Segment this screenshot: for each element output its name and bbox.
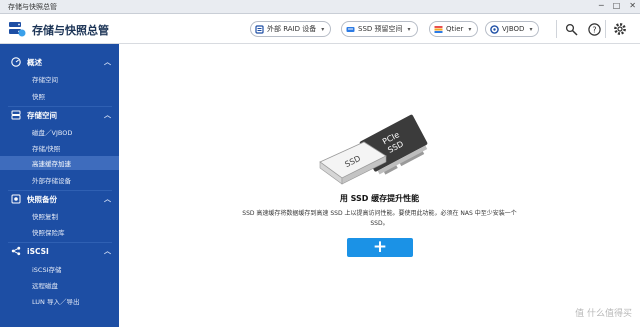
sidebar-section-label: 概述 <box>27 57 42 67</box>
vjbod-button[interactable]: VJBOD ▾ <box>485 21 540 37</box>
qtier-icon <box>434 25 443 34</box>
sidebar-item-label: 磁盘／VJBOD <box>32 129 73 137</box>
overview-icon <box>11 57 21 67</box>
ssd-reserve-label: SSD 预留空间 <box>358 25 403 33</box>
sidebar-item-cache-acceleration[interactable]: 高速缓存加速 <box>0 156 119 170</box>
page-heading: 用 SSD 缓存提升性能 <box>339 194 420 203</box>
gear-search-icon[interactable] <box>563 21 579 37</box>
sidebar-section-iscsi[interactable]: iSCSI ︿ <box>0 243 119 259</box>
sidebar-item-disks-vjbod[interactable]: 磁盘／VJBOD <box>0 125 119 139</box>
sidebar-item-label: iSCSI存储 <box>32 266 62 274</box>
vjbod-label: VJBOD <box>502 25 525 33</box>
sidebar-section-label: iSCSI <box>27 246 49 256</box>
sidebar-item-label: 高速缓存加速 <box>32 160 71 168</box>
sidebar-section-snapshot-backup[interactable]: 快照备份 ︿ <box>0 191 119 207</box>
sidebar-section-label: 存储空间 <box>27 110 57 120</box>
window-controls: ─ □ ✕ <box>599 1 636 10</box>
add-ssd-cache-button[interactable]: + <box>347 238 413 257</box>
minimize-icon[interactable]: ─ <box>599 1 604 10</box>
storage-icon <box>11 110 21 120</box>
external-raid-button[interactable]: 外部 RAID 设备 ▾ <box>250 21 332 37</box>
help-icon[interactable]: ? <box>586 21 602 37</box>
sidebar-item-iscsi-storage[interactable]: iSCSI存储 <box>0 262 119 276</box>
external-raid-label: 外部 RAID 设备 <box>267 25 317 33</box>
sidebar-item-label: 存储/快照 <box>32 145 61 153</box>
svg-text:?: ? <box>592 25 596 34</box>
sidebar-item-label: 存储空间 <box>32 76 58 84</box>
external-raid-icon <box>255 24 264 34</box>
sidebar-item-label: 快照复制 <box>32 213 58 221</box>
ssd-cache-illustration: PCIe SSD SSD <box>319 114 428 185</box>
sidebar-item-lun-import-export[interactable]: LUN 导入／导出 <box>0 294 119 308</box>
app-title: 存储与快照总管 <box>32 24 109 37</box>
window-title: 存储与快照总管 <box>8 2 57 11</box>
sidebar-item-snapshot-replica[interactable]: 快照复制 <box>0 209 119 223</box>
sidebar: 概述 ︿ 存储空间 快照 存储空间 ︿ 磁盘／VJBOD 存储/快照 高速缓存加… <box>0 44 119 327</box>
maximize-icon[interactable]: □ <box>613 1 621 10</box>
sidebar-item-snapshot[interactable]: 快照 <box>0 89 119 103</box>
ssd-reserve-button[interactable]: SSD 预留空间 ▾ <box>341 21 418 37</box>
window-titlebar: 存储与快照总管 ─ □ ✕ <box>0 0 640 14</box>
chevron-down-icon: ▾ <box>321 25 325 33</box>
chevron-down-icon: ▾ <box>529 25 533 33</box>
sidebar-item-label: 快照 <box>32 93 45 101</box>
app-header: 存储与快照总管 外部 RAID 设备 ▾ SSD 预留空间 ▾ Qtier ▾ … <box>0 14 640 44</box>
plus-icon: + <box>372 237 388 257</box>
snapshot-backup-icon <box>11 194 21 204</box>
chevron-down-icon: ▾ <box>407 25 411 33</box>
chevron-up-icon: ︿ <box>104 247 111 255</box>
chevron-up-icon: ︿ <box>104 111 111 119</box>
sidebar-item-external-storage[interactable]: 外部存储设备 <box>0 173 119 187</box>
chevron-down-icon: ▾ <box>468 25 472 33</box>
sidebar-item-label: 远程磁盘 <box>32 282 58 290</box>
sidebar-item-remote-disk[interactable]: 远程磁盘 <box>0 278 119 292</box>
main-content: PCIe SSD SSD 用 SSD 缓存提升性能 SSD 高速缓存将数据缓存到… <box>119 44 640 327</box>
ssd-icon <box>346 25 355 34</box>
storage-manager-logo-icon <box>9 22 26 37</box>
sidebar-section-overview[interactable]: 概述 ︿ <box>0 54 119 70</box>
qtier-button[interactable]: Qtier ▾ <box>429 21 479 37</box>
sidebar-item-label: LUN 导入／导出 <box>32 298 80 306</box>
iscsi-icon <box>11 246 21 256</box>
header-divider <box>556 20 557 38</box>
chevron-up-icon: ︿ <box>104 58 111 66</box>
chevron-up-icon: ︿ <box>104 195 111 203</box>
sidebar-item-snapshot-vault[interactable]: 快照保险库 <box>0 225 119 239</box>
sidebar-item-storage-space[interactable]: 存储空间 <box>0 72 119 86</box>
header-divider <box>605 20 606 38</box>
close-icon[interactable]: ✕ <box>629 1 636 10</box>
sidebar-item-label: 外部存储设备 <box>32 177 71 185</box>
sidebar-section-label: 快照备份 <box>27 194 57 204</box>
vjbod-icon <box>490 24 499 34</box>
qtier-label: Qtier <box>446 25 464 33</box>
page-description: SSD 高速缓存将数据缓存到高速 SSD 上以提高访问性能。要使用此功能，必须在… <box>242 210 517 227</box>
sidebar-item-label: 快照保险库 <box>32 229 65 237</box>
settings-icon[interactable] <box>612 21 628 37</box>
sidebar-section-storage[interactable]: 存储空间 ︿ <box>0 107 119 123</box>
watermark: 值 什么值得买 <box>575 309 632 319</box>
sidebar-item-storage-snapshot[interactable]: 存储/快照 <box>0 141 119 155</box>
